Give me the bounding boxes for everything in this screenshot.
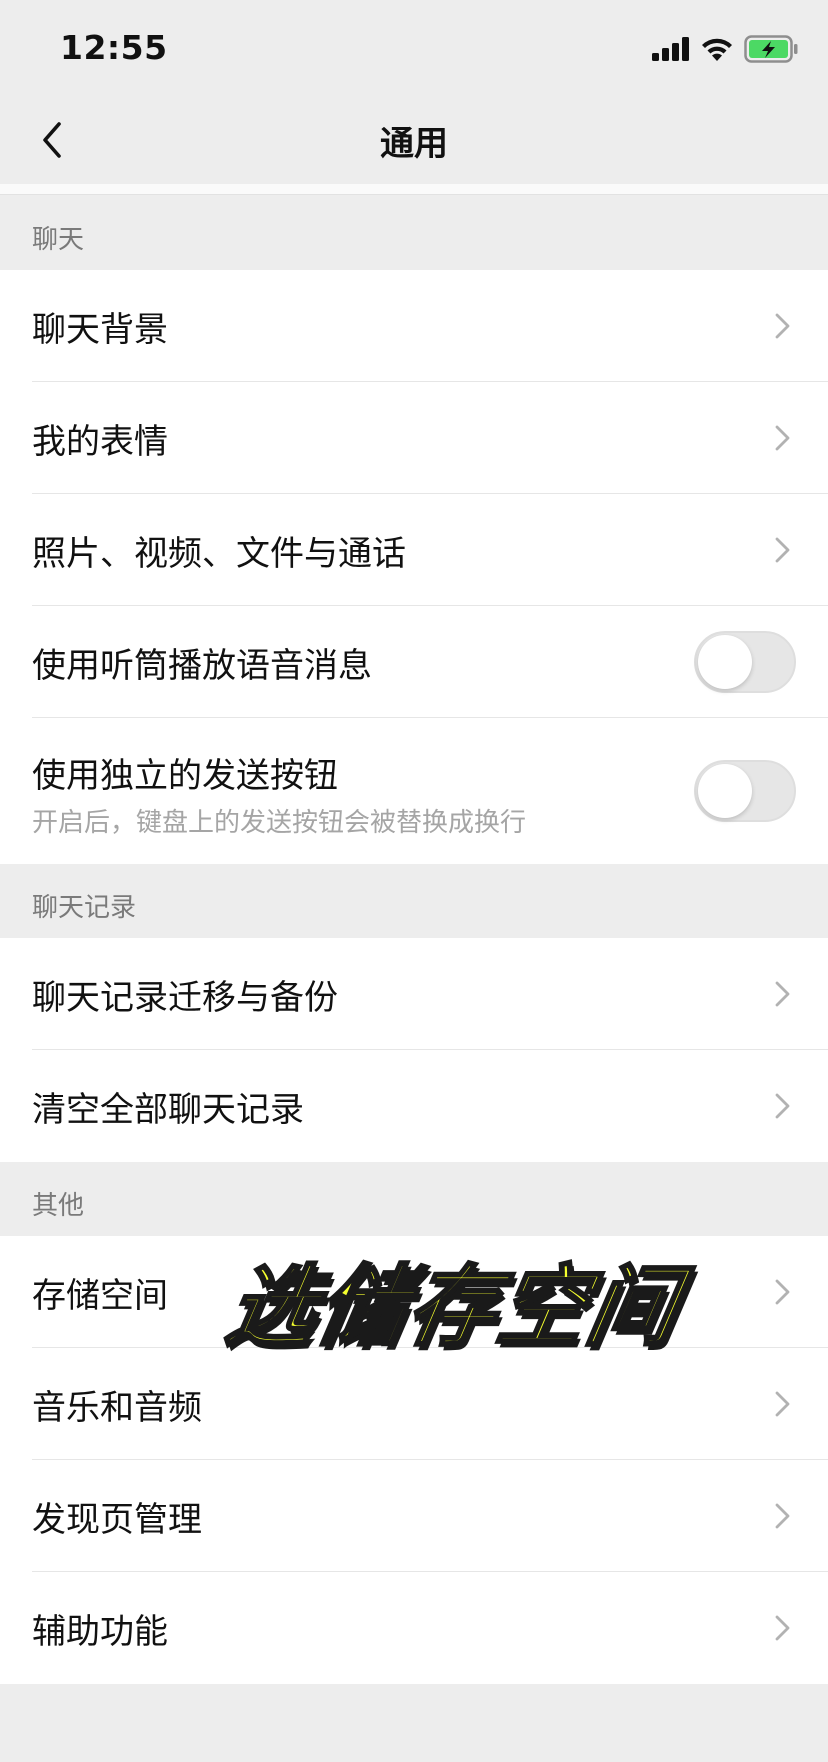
row-earpiece-voice: 使用听筒播放语音消息: [0, 606, 828, 718]
row-label: 辅助功能: [32, 1611, 168, 1652]
row-label: 使用独立的发送按钮: [32, 756, 338, 796]
nav-separator: [0, 184, 828, 195]
row-sublabel: 开启后，键盘上的发送按钮会被替换成换行: [32, 808, 527, 838]
row-label: 我的表情: [32, 421, 168, 462]
row-discover-management[interactable]: 发现页管理: [0, 1460, 828, 1572]
row-label: 清空全部聊天记录: [32, 1089, 304, 1130]
row-label: 聊天记录迁移与备份: [32, 977, 338, 1018]
status-bar: 12:55: [0, 0, 828, 96]
row-label: 发现页管理: [32, 1499, 202, 1540]
row-chat-background[interactable]: 聊天背景: [0, 270, 828, 382]
chevron-right-icon: [775, 1615, 790, 1641]
row-photos-videos-files-calls[interactable]: 照片、视频、文件与通话: [0, 494, 828, 606]
chevron-right-icon: [775, 1391, 790, 1417]
settings-general-screen: 12:55 通用 聊天 聊天背景 我的表情 照片、视频、文件与通话 使用听筒播放…: [0, 0, 828, 1762]
row-label: 聊天背景: [32, 309, 168, 350]
chevron-right-icon: [775, 981, 790, 1007]
send-button-toggle[interactable]: [694, 760, 796, 822]
section-header-other: 其他: [32, 1191, 85, 1221]
chevron-right-icon: [775, 1093, 790, 1119]
toggle-knob: [698, 635, 752, 689]
section-header-chat: 聊天: [32, 225, 85, 255]
status-icons: [652, 34, 798, 64]
page-title: 通用: [380, 124, 448, 164]
row-accessibility[interactable]: 辅助功能: [0, 1572, 828, 1684]
row-label: 使用听筒播放语音消息: [32, 645, 372, 686]
row-music-audio[interactable]: 音乐和音频: [0, 1348, 828, 1460]
row-my-stickers[interactable]: 我的表情: [0, 382, 828, 494]
navigation-bar: 通用: [0, 96, 828, 184]
row-clear-chat-history[interactable]: 清空全部聊天记录: [0, 1050, 828, 1162]
section-header-chat-history: 聊天记录: [32, 893, 137, 923]
chevron-right-icon: [775, 537, 790, 563]
row-label: 照片、视频、文件与通话: [32, 533, 406, 574]
row-migrate-backup[interactable]: 聊天记录迁移与备份: [0, 938, 828, 1050]
settings-group-chat: 聊天背景 我的表情 照片、视频、文件与通话 使用听筒播放语音消息 使用独立的发送…: [0, 270, 828, 864]
wifi-icon: [702, 38, 732, 61]
battery-charging-icon: [744, 35, 798, 63]
status-time: 12:55: [60, 28, 168, 67]
chevron-right-icon: [775, 425, 790, 451]
row-label: 音乐和音频: [32, 1387, 202, 1428]
row-separate-send-button: 使用独立的发送按钮 开启后，键盘上的发送按钮会被替换成换行: [0, 718, 828, 864]
chevron-right-icon: [775, 1279, 790, 1305]
chevron-right-icon: [775, 313, 790, 339]
chevron-right-icon: [775, 1503, 790, 1529]
settings-group-chat-history: 聊天记录迁移与备份 清空全部聊天记录: [0, 938, 828, 1162]
row-label: 存储空间: [32, 1275, 168, 1316]
earpiece-toggle[interactable]: [694, 631, 796, 693]
cellular-signal-icon: [652, 37, 689, 61]
toggle-knob: [698, 764, 752, 818]
overlay-caption: 选储存空间: [218, 1254, 689, 1360]
